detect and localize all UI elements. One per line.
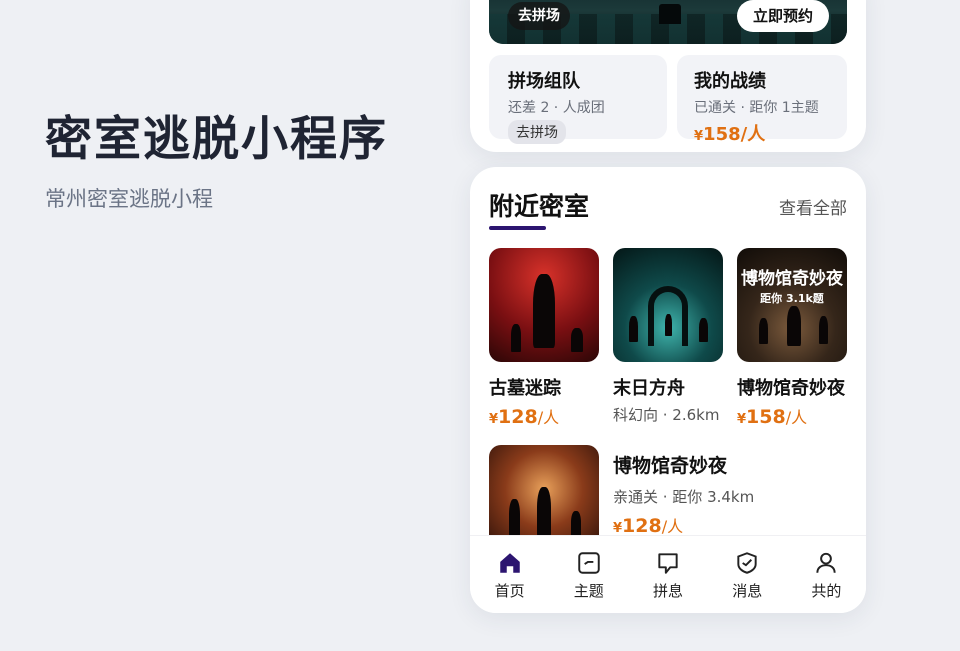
featured-info: 博物馆奇妙夜 亲通关 · 距你 3.4km ¥128/人: [613, 451, 754, 537]
room-thumbnail: 博物馆奇妙夜 距你 3.1k题: [737, 248, 847, 362]
tab-profile[interactable]: 共的: [787, 536, 866, 613]
my-record-sub: 已通关 · 距你 1主题: [694, 100, 819, 116]
hero-title: 密室逃脱小程序: [45, 112, 388, 167]
banner-pedestal: [659, 4, 681, 24]
my-record-title: 我的战绩: [694, 71, 766, 92]
figure-silhouette: [509, 499, 520, 537]
team-up-card[interactable]: 拼场组队 还差 2 · 人成团 去拼场: [489, 55, 667, 144]
figure-silhouette: [533, 274, 555, 348]
my-record-price: ¥158/人: [694, 124, 766, 145]
figure-silhouette: [537, 487, 551, 537]
figure-silhouette: [759, 318, 768, 344]
my-record-card[interactable]: 我的战绩 已通关 · 距你 1主题 ¥158/人: [677, 55, 847, 145]
section-title: 附近密室: [489, 192, 590, 221]
room-card[interactable]: 博物馆奇妙夜 距你 3.1k题 博物馆奇妙夜 ¥158/人: [737, 248, 847, 428]
tab-bar: 首页 主题 拼息 消息 共的: [470, 535, 866, 613]
shield-check-icon: [737, 552, 757, 574]
figure-silhouette: [787, 306, 801, 346]
hero: 密室逃脱小程序 常州密室逃脱小程: [45, 100, 388, 213]
tab-themes[interactable]: 主题: [549, 536, 628, 613]
team-up-title: 拼场组队: [508, 71, 580, 92]
hero-subtitle: 常州密室逃脱小程: [45, 187, 213, 211]
banner-image[interactable]: 去拼场 立即预约: [489, 0, 847, 44]
figure-silhouette: [629, 316, 638, 342]
tab-messages[interactable]: 消息: [708, 536, 787, 613]
room-card[interactable]: 古墓迷踪 ¥128/人: [489, 248, 599, 428]
thumb-sub: 距你 3.1k题: [760, 292, 824, 305]
room-name: 博物馆奇妙夜: [737, 378, 845, 399]
figure-silhouette: [819, 316, 828, 344]
room-price: ¥128/人: [489, 406, 560, 428]
banner-tag[interactable]: 去拼场: [508, 2, 570, 30]
room-name: 末日方舟: [613, 378, 685, 399]
figure-silhouette: [511, 324, 521, 352]
figure-silhouette: [571, 328, 583, 352]
room-name: 博物馆奇妙夜: [613, 455, 728, 477]
book-now-button[interactable]: 立即预约: [736, 0, 829, 32]
tab-label: 首页: [494, 582, 525, 600]
section-underline: [489, 226, 546, 230]
tab-home[interactable]: 首页: [470, 536, 549, 613]
tab-label: 消息: [732, 582, 763, 600]
room-name: 古墓迷踪: [489, 378, 561, 399]
room-card[interactable]: 末日方舟 科幻向 · 2.6km: [613, 248, 723, 425]
user-icon: [816, 552, 837, 573]
top-card: 去拼场 立即预约 拼场组队 还差 2 · 人成团 去拼场 我的战绩 已通关 · …: [470, 0, 866, 152]
featured-room[interactable]: 博物馆奇妙夜 亲通关 · 距你 3.4km ¥128/人: [489, 445, 849, 555]
tab-label: 拼息: [653, 582, 684, 600]
room-price: ¥128/人: [613, 515, 684, 537]
room-thumbnail: [613, 248, 723, 362]
tab-label: 共的: [811, 582, 842, 600]
room-meta: 亲通关 · 距你 3.4km: [613, 488, 755, 506]
view-all-link[interactable]: 查看全部: [779, 194, 847, 219]
ticket-icon: [578, 552, 600, 574]
room-thumbnail: [489, 248, 599, 362]
chat-icon: [658, 553, 678, 574]
team-up-sub: 还差 2 · 人成团: [508, 100, 605, 116]
figure-silhouette: [699, 318, 708, 342]
thumb-title: 博物馆奇妙夜: [741, 269, 843, 289]
room-price: ¥158/人: [737, 406, 808, 428]
tab-label: 主题: [573, 582, 604, 600]
figure-silhouette: [665, 314, 672, 336]
join-session-button[interactable]: 去拼场: [508, 120, 566, 144]
nearby-card: 附近密室 查看全部 古墓迷踪 ¥128/人 末日方舟 科幻向 · 2.6km 博…: [470, 167, 866, 613]
tab-groups[interactable]: 拼息: [628, 536, 707, 613]
home-icon: [499, 553, 520, 573]
room-meta: 科幻向 · 2.6km: [613, 406, 720, 424]
